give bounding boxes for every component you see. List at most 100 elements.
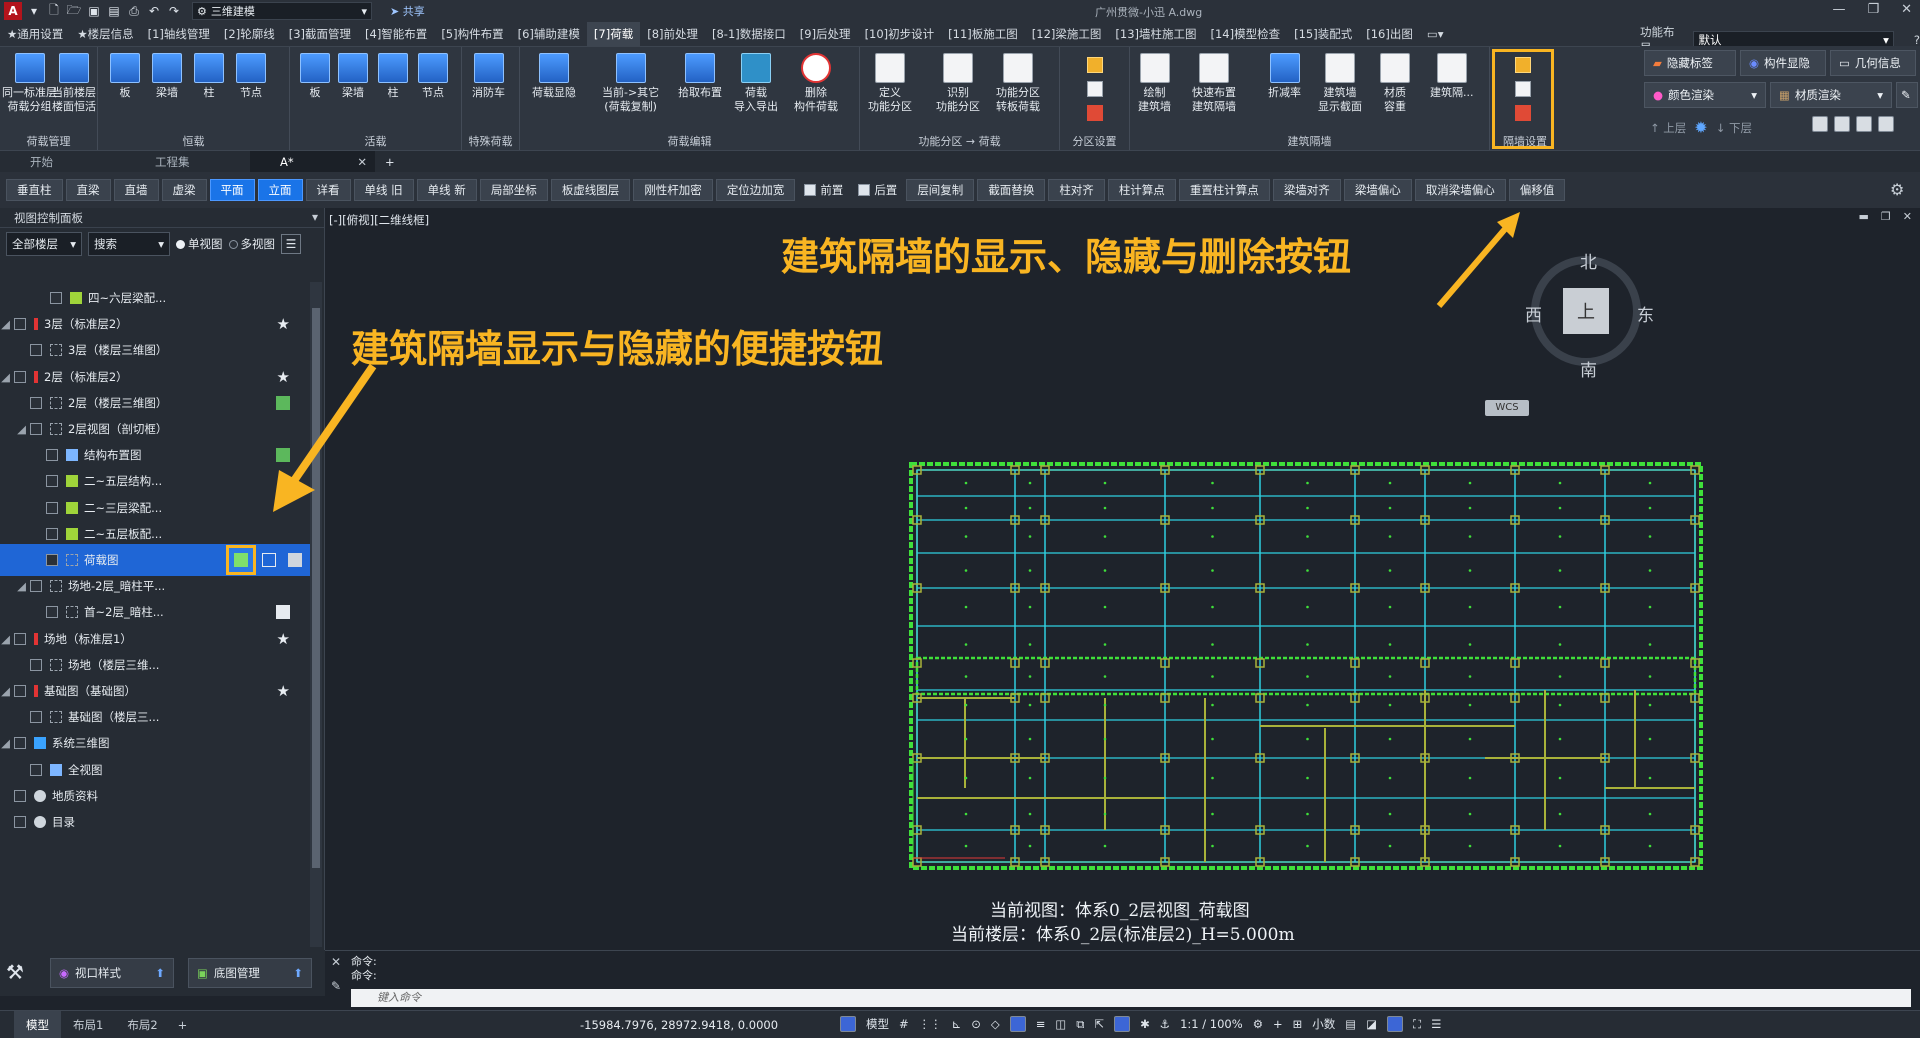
minimize-icon[interactable]: —	[1832, 2, 1845, 17]
customize-icon[interactable]: ☰	[1431, 1017, 1441, 1031]
tree-expander[interactable]: ◢	[0, 579, 30, 593]
zoom-extents-icon[interactable]	[1878, 116, 1894, 132]
dead-beam-button[interactable]: 梁墙	[152, 53, 182, 100]
checkbox-icon[interactable]	[50, 292, 62, 304]
up-floor-button[interactable]: ↑ 上层	[1650, 120, 1686, 136]
hardware-icon[interactable]	[1387, 1016, 1404, 1032]
isolate-icon[interactable]: ◪	[1366, 1017, 1377, 1031]
menu-item[interactable]: [2]轮廓线	[217, 22, 282, 46]
checkbox-icon[interactable]	[30, 658, 42, 671]
ortho-icon[interactable]: ⊾	[952, 1017, 962, 1031]
base-map-button[interactable]: ▣ 底图管理 ⬆	[188, 958, 312, 988]
checkbox-icon[interactable]	[30, 344, 42, 357]
zoom-window-icon[interactable]	[1856, 116, 1872, 132]
dropdown-icon[interactable]: ▾	[26, 3, 42, 19]
tree-expander[interactable]: ◢	[0, 632, 14, 646]
annotation-icon[interactable]	[1114, 1016, 1131, 1032]
snap-icon[interactable]	[840, 1016, 856, 1032]
restore-icon[interactable]: ❐	[1881, 210, 1891, 223]
toolbar-button[interactable]: 立面	[257, 179, 303, 201]
floor-filter-select[interactable]: 全部楼层 ▾	[6, 232, 82, 256]
menu-item[interactable]: [8-1]数据接口	[705, 22, 793, 46]
open-folder-icon[interactable]: 🗁	[66, 3, 82, 19]
checkbox-icon[interactable]	[14, 632, 26, 645]
color-render-button[interactable]: ● 颜色渲染 ▾	[1644, 82, 1766, 108]
toolbar-button[interactable]: 定位边加宽	[715, 179, 796, 201]
share-button[interactable]: ➤ 共享	[390, 3, 425, 19]
checkbox-icon[interactable]	[30, 580, 42, 593]
brush-button[interactable]: ✎	[1896, 82, 1918, 108]
add-layout-icon[interactable]: +	[178, 1018, 188, 1032]
settings-icon[interactable]: ⚙	[1890, 180, 1904, 199]
help-icon[interactable]: ?	[1914, 33, 1920, 47]
snap-grid-icon[interactable]: ⋮⋮	[919, 1017, 942, 1031]
component-visibility-button[interactable]: ◉ 构件显隐	[1740, 50, 1826, 76]
annoscale-icon[interactable]: ✱	[1140, 1017, 1150, 1031]
toolbar-button[interactable]: 前置	[798, 179, 849, 201]
toolbar-button[interactable]: 梁墙对齐	[1272, 179, 1341, 201]
toolbar-button[interactable]: 重置柱计算点	[1178, 179, 1270, 201]
single-view-radio[interactable]: 单视图	[176, 236, 223, 252]
checkbox-icon[interactable]	[46, 501, 58, 514]
menu-item[interactable]: ★楼层信息	[70, 22, 140, 46]
view-style-button[interactable]: ◉ 视口样式 ⬆	[50, 958, 174, 988]
redo-icon[interactable]: ↷	[166, 3, 182, 19]
checkbox-icon[interactable]	[14, 737, 26, 750]
checkbox-icon[interactable]	[30, 423, 42, 435]
app-logo[interactable]: A	[4, 2, 22, 20]
zoom-out-icon[interactable]	[1834, 116, 1850, 132]
tree-expander[interactable]: ◢	[0, 684, 14, 698]
checkbox-icon[interactable]	[46, 606, 58, 619]
minimize-icon[interactable]: ▬	[1859, 210, 1869, 223]
select-cycle-icon[interactable]: ⧉	[1076, 1017, 1084, 1032]
model-space-label[interactable]: 模型	[866, 1016, 889, 1032]
material-density-button[interactable]: 材质 容重	[1380, 53, 1410, 114]
close-icon[interactable]: ✕	[1901, 2, 1912, 17]
delete-load-button[interactable]: 删除 构件荷载	[794, 53, 838, 114]
quick-place-wall-button[interactable]: 快速布置 建筑隔墙	[1192, 53, 1236, 114]
drawing-canvas[interactable]: [-][俯视][二维线框] ▬ ❐ ✕ 建筑隔墙的显示、隐藏与删除按钮 建筑隔墙显示…	[273, 208, 1920, 950]
units-select[interactable]: 小数	[1312, 1016, 1335, 1032]
zoom-in-icon[interactable]	[1812, 116, 1828, 132]
identify-zone-button[interactable]: 识别 功能分区	[936, 53, 980, 114]
checkbox-icon[interactable]	[46, 527, 58, 540]
import-export-button[interactable]: 荷载 导入导出	[734, 53, 778, 114]
properties-icon[interactable]: ▤	[1345, 1017, 1356, 1031]
compass-south[interactable]: 南	[1580, 356, 1597, 381]
checkbox-icon[interactable]	[14, 685, 26, 697]
star-icon[interactable]: ★	[277, 682, 290, 700]
new-tab-icon[interactable]: +	[375, 155, 405, 169]
tree-expander[interactable]: ◢	[0, 422, 30, 436]
tree-item[interactable]: 目录	[0, 806, 310, 838]
checkbox-icon[interactable]	[46, 475, 58, 488]
material-render-button[interactable]: ▦ 材质渲染 ▾	[1770, 82, 1892, 108]
delete-partition-icon[interactable]	[1515, 105, 1531, 121]
checkbox-icon[interactable]	[14, 816, 26, 828]
new-file-icon[interactable]: 🗋	[46, 3, 62, 19]
menu-item[interactable]: [6]辅助建模	[511, 22, 587, 46]
wall-section-button[interactable]: 建筑墙 显示截面	[1318, 53, 1362, 114]
multi-view-radio[interactable]: 多视图	[228, 236, 275, 252]
show-partition-icon[interactable]	[1515, 57, 1531, 73]
menu-item[interactable]: [16]出图	[1359, 22, 1420, 46]
osnap-icon[interactable]: ◇	[991, 1017, 1000, 1031]
partition-more-button[interactable]: 建筑隔...	[1430, 53, 1474, 100]
menu-item[interactable]: [1]轴线管理	[141, 22, 217, 46]
menu-item[interactable]: [15]装配式	[1287, 22, 1359, 46]
show-zone-icon[interactable]	[1087, 57, 1103, 73]
plus-icon[interactable]: +	[1273, 1017, 1283, 1031]
grid-icon[interactable]: #	[899, 1017, 909, 1031]
workspace-select[interactable]: ⚙ 三维建模 ▾	[192, 2, 372, 20]
toolbar-button[interactable]: 后置	[852, 179, 903, 201]
load-visibility-button[interactable]: 荷载显隐	[532, 53, 576, 100]
close-icon[interactable]: ✕	[331, 955, 341, 969]
geometry-info-button[interactable]: ▭ 几何信息	[1830, 50, 1916, 76]
dead-slab-button[interactable]: 板	[110, 53, 140, 100]
lineweight-icon[interactable]: ≡	[1036, 1017, 1046, 1031]
doc-tab[interactable]: A* ✕	[250, 150, 375, 173]
fire-truck-button[interactable]: 消防车	[472, 53, 505, 100]
tree-expander[interactable]: ◢	[0, 370, 14, 384]
track-icon[interactable]	[1009, 1016, 1026, 1032]
clipboard-icon[interactable]	[276, 605, 290, 620]
star-icon[interactable]: ★	[277, 630, 290, 648]
